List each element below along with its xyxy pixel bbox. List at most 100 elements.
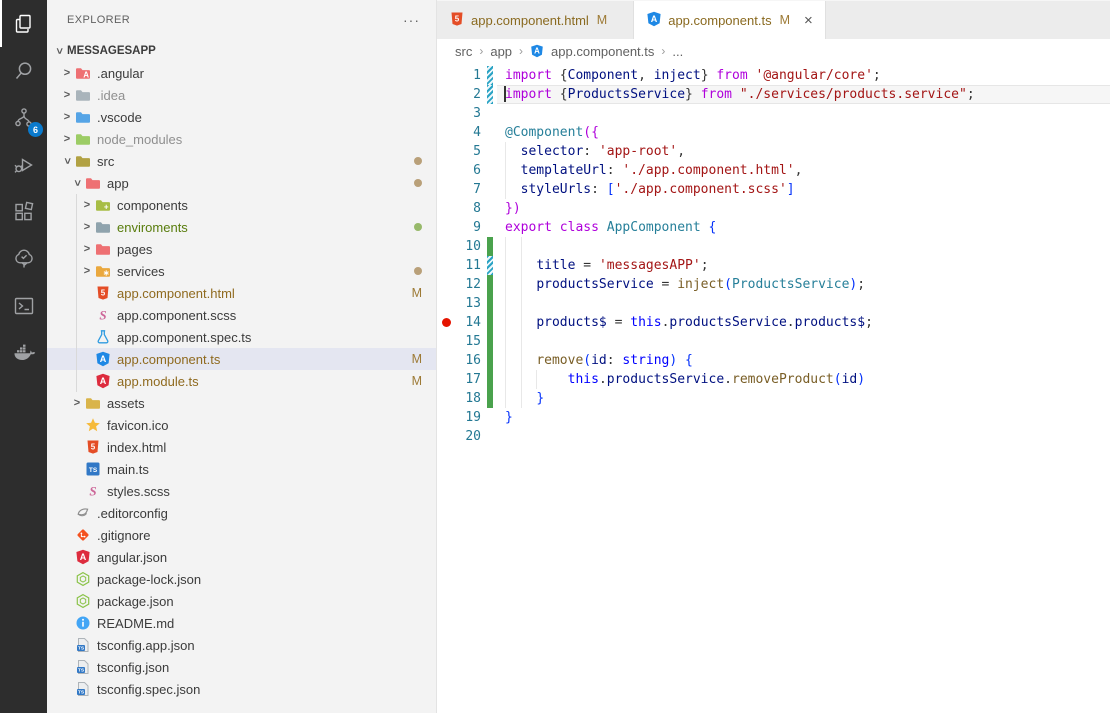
activity-item-extensions[interactable] [0,188,47,235]
code-line-3[interactable]: 3 [437,104,1110,123]
code-line-16[interactable]: 16 remove(id: string) { [437,351,1110,370]
sidebar-item-app-module-ts[interactable]: Aapp.module.tsM [47,370,436,392]
activity-item-explorer[interactable] [0,0,47,47]
sidebar-item-app-component-spec-ts[interactable]: app.component.spec.ts [47,326,436,348]
line-number[interactable]: 9 [437,218,481,237]
line-number[interactable]: 13 [437,294,481,313]
code-line-5[interactable]: 5 selector: 'app-root', [437,142,1110,161]
sidebar-item-tsconfig-json[interactable]: TStsconfig.json [47,656,436,678]
sidebar-item-tsconfig-app-json[interactable]: TStsconfig.app.json [47,634,436,656]
tab-app-component-html[interactable]: 5app.component.htmlM [437,1,634,39]
line-number[interactable]: 10 [437,237,481,256]
line-number[interactable]: 18 [437,389,481,408]
sidebar-item-package-lock-json[interactable]: package-lock.json [47,568,436,590]
sidebar-item-src[interactable]: >src [47,150,436,172]
sidebar-item-readme-md[interactable]: README.md [47,612,436,634]
sidebar-item-app[interactable]: >app [47,172,436,194]
sidebar-item-favicon-ico[interactable]: favicon.ico [47,414,436,436]
code-line-11[interactable]: 11 title = 'messagesAPP'; [437,256,1110,275]
activity-item-testing[interactable] [0,235,47,282]
sidebar-item-components[interactable]: >+components [47,194,436,216]
terminal-icon [12,294,36,318]
sidebar-item-index-html[interactable]: 5index.html [47,436,436,458]
breadcrumb-item-src[interactable]: src [455,44,472,59]
close-icon[interactable]: × [804,13,813,28]
line-number[interactable]: 11 [437,256,481,275]
line-number[interactable]: 12 [437,275,481,294]
gutter-added-indicator [487,313,493,332]
svg-text:A: A [534,47,540,56]
activity-item-source-control[interactable]: 6 [0,94,47,141]
code-line-8[interactable]: 8}) [437,199,1110,218]
code-line-12[interactable]: 12 productsService = inject(ProductsServ… [437,275,1110,294]
activity-item-run-debug[interactable] [0,141,47,188]
line-number[interactable]: 3 [437,104,481,123]
line-number[interactable]: 7 [437,180,481,199]
sidebar-item-pages[interactable]: >pages [47,238,436,260]
code-line-1[interactable]: 1import {Component, inject} from '@angul… [437,66,1110,85]
activity-item-search[interactable] [0,47,47,94]
workspace-root-row[interactable]: > MESSAGESAPP [47,40,436,62]
code-line-15[interactable]: 15 [437,332,1110,351]
code-line-18[interactable]: 18 } [437,389,1110,408]
activity-item-docker[interactable] [0,329,47,376]
sidebar-item-tsconfig-spec-json[interactable]: TStsconfig.spec.json [47,678,436,700]
code-line-2[interactable]: 2import {ProductsService} from "./servic… [437,85,1110,104]
sidebar-item-node-modules[interactable]: >node_modules [47,128,436,150]
code-line-13[interactable]: 13 [437,294,1110,313]
more-actions-icon[interactable]: ··· [403,12,420,28]
breadcrumb-item-file[interactable]: app.component.ts [551,44,654,59]
sidebar-item-angular-json[interactable]: Aangular.json [47,546,436,568]
sidebar-item-main-ts[interactable]: TSmain.ts [47,458,436,480]
line-number[interactable]: 1 [437,66,481,85]
code-line-6[interactable]: 6 templateUrl: './app.component.html', [437,161,1110,180]
tab-app-component-ts[interactable]: Aapp.component.tsM× [634,1,826,39]
gutter-added-indicator [487,389,493,408]
code-line-19[interactable]: 19} [437,408,1110,427]
line-number[interactable]: 20 [437,427,481,446]
ng-blue-icon: A [530,44,544,58]
sidebar-item--gitignore[interactable]: .gitignore [47,524,436,546]
code-editor[interactable]: 1import {Component, inject} from '@angul… [437,63,1110,713]
sidebar-item-app-component-html[interactable]: 5app.component.htmlM [47,282,436,304]
sidebar-item-assets[interactable]: >assets [47,392,436,414]
file-label: app.component.ts [117,352,412,367]
breadcrumb-item-app[interactable]: app [490,44,512,59]
svg-text:A: A [80,552,87,562]
code-line-4[interactable]: 4 @Component({ [437,123,1110,142]
sidebar-item-package-json[interactable]: package.json [47,590,436,612]
sidebar-item--idea[interactable]: >.idea [47,84,436,106]
svg-text:TS: TS [78,690,85,696]
code-text: @Component({ [505,123,599,142]
code-line-9[interactable]: 9export class AppComponent { [437,218,1110,237]
code-line-17[interactable]: 17 this.productsService.removeProduct(id… [437,370,1110,389]
svg-text:A: A [100,376,107,386]
sidebar-item--editorconfig[interactable]: .editorconfig [47,502,436,524]
code-line-10[interactable]: 10 [437,237,1110,256]
indent-guide [505,237,506,256]
line-number[interactable]: 19 [437,408,481,427]
line-number[interactable]: 4 [437,123,481,142]
line-number[interactable]: 17 [437,370,481,389]
line-number[interactable]: 16 [437,351,481,370]
sidebar-item-styles-scss[interactable]: Sstyles.scss [47,480,436,502]
breakpoint-icon[interactable] [442,318,451,327]
line-number[interactable]: 15 [437,332,481,351]
line-number[interactable]: 2 [437,85,481,104]
code-line-14[interactable]: 14 products$ = this.productsService.prod… [437,313,1110,332]
sidebar-item-app-component-scss[interactable]: Sapp.component.scss [47,304,436,326]
code-line-7[interactable]: 7 styleUrls: ['./app.component.scss'] [437,180,1110,199]
activity-item-remote-terminal[interactable] [0,282,47,329]
chevron-right-icon: > [79,265,95,277]
sidebar-item--vscode[interactable]: >.vscode [47,106,436,128]
svg-text:S: S [89,484,96,499]
line-number[interactable]: 8 [437,199,481,218]
code-line-20[interactable]: 20 [437,427,1110,446]
line-number[interactable]: 5 [437,142,481,161]
sidebar-item--angular[interactable]: >A.angular [47,62,436,84]
line-number[interactable]: 6 [437,161,481,180]
sidebar-item-enviroments[interactable]: >enviroments [47,216,436,238]
sidebar-item-app-component-ts[interactable]: Aapp.component.tsM [47,348,436,370]
breadcrumb-symbol-tail[interactable]: ... [672,44,683,59]
sidebar-item-services[interactable]: >∗services [47,260,436,282]
